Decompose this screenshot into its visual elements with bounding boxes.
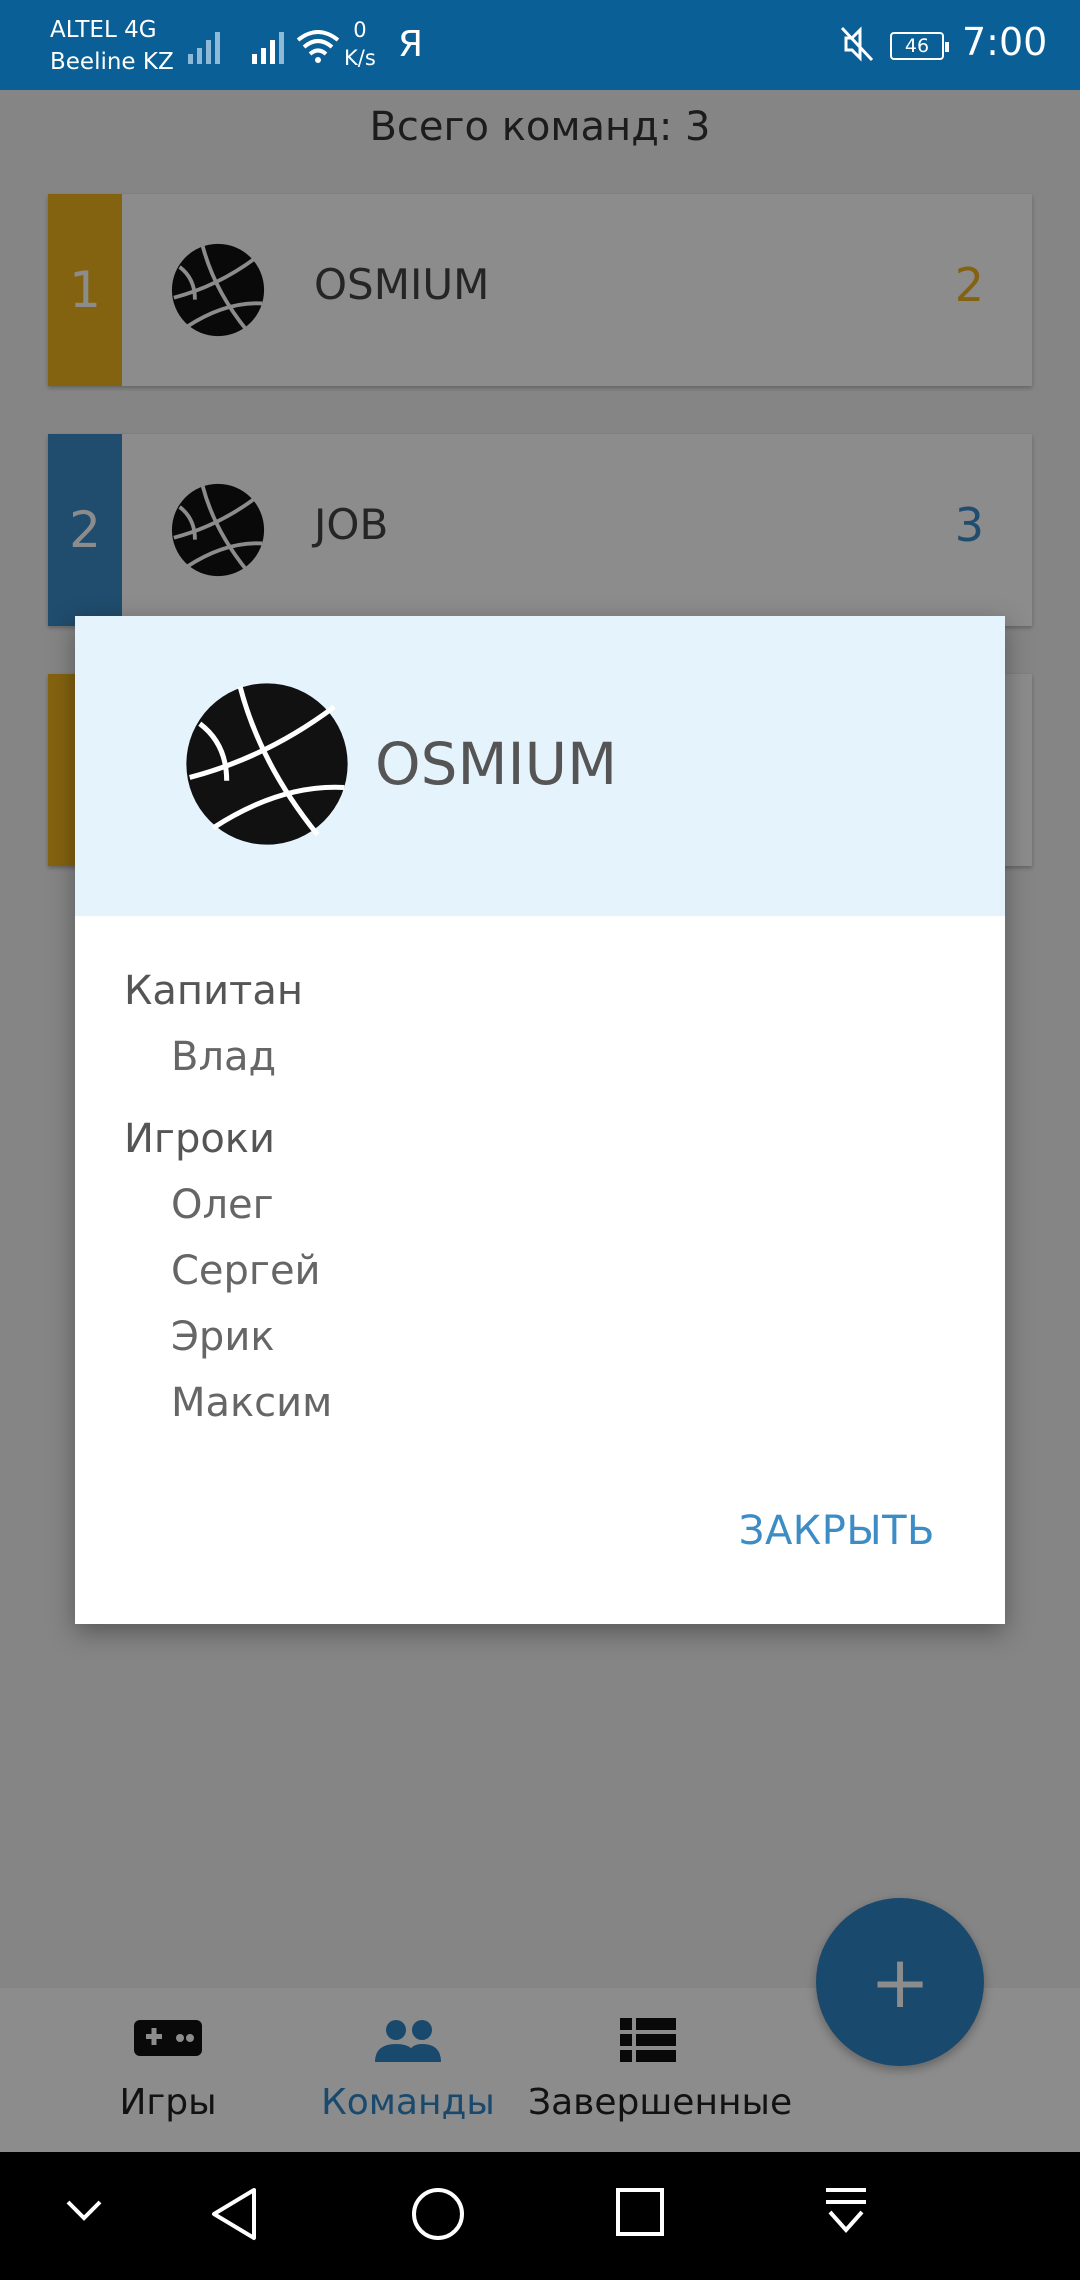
network-speed: 0 K/s	[344, 16, 376, 72]
player-name: Сергей	[171, 1248, 321, 1294]
notifications-pull-icon[interactable]	[822, 2186, 870, 2238]
status-bar: ALTEL 4G Beeline KZ 0 K/s Я 46 7:00	[0, 0, 1080, 90]
system-navigation-bar	[0, 2152, 1080, 2280]
speed-unit: K/s	[344, 46, 376, 70]
back-icon[interactable]	[208, 2186, 260, 2242]
dialog-header: OSMIUM	[75, 616, 1005, 916]
signal-icon	[252, 32, 284, 64]
player-name: Максим	[171, 1380, 333, 1426]
close-button[interactable]: ЗАКРЫТЬ	[739, 1508, 935, 1554]
mute-icon	[840, 26, 874, 62]
player-name: Олег	[171, 1182, 274, 1228]
home-icon[interactable]	[410, 2186, 466, 2242]
signal-icon	[188, 32, 220, 64]
team-details-dialog: OSMIUM Капитан Влад Игроки Олег Сергей Э…	[75, 616, 1005, 1624]
wifi-icon	[296, 30, 340, 63]
app-notification-glyph: Я	[398, 24, 424, 65]
clock: 7:00	[962, 20, 1048, 64]
carrier-2: Beeline KZ	[50, 49, 174, 75]
basketball-icon	[186, 683, 348, 845]
dialog-team-name: OSMIUM	[375, 730, 618, 798]
players-heading: Игроки	[124, 1116, 275, 1162]
player-name: Эрик	[171, 1314, 275, 1360]
carrier-1: ALTEL 4G	[50, 17, 157, 43]
carrier-info: ALTEL 4G Beeline KZ	[50, 14, 174, 78]
battery-icon: 46	[890, 32, 949, 60]
recents-icon[interactable]	[614, 2186, 666, 2238]
chevron-down-icon[interactable]	[60, 2186, 108, 2234]
captain-name: Влад	[171, 1034, 277, 1080]
captain-heading: Капитан	[124, 968, 304, 1014]
speed-value: 0	[353, 18, 367, 42]
